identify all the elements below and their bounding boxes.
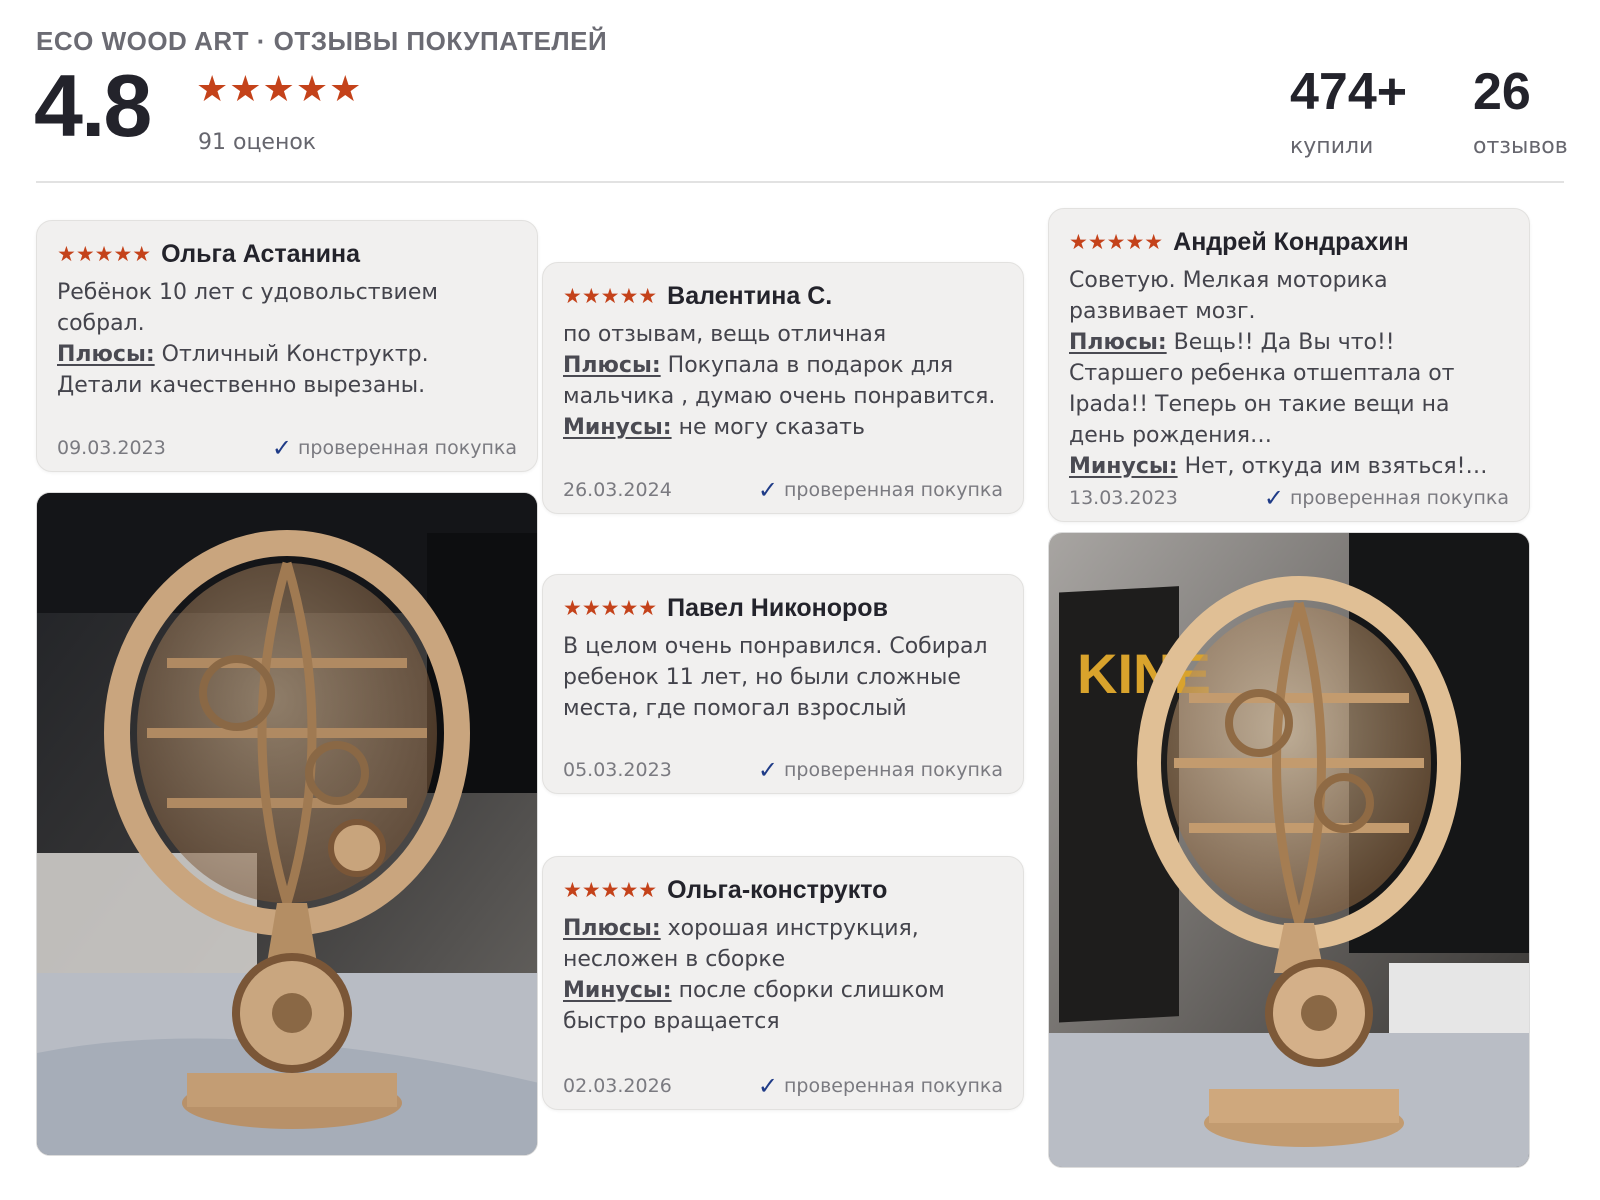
verified-label: проверенная покупка xyxy=(783,1075,1003,1097)
wooden-globe-image xyxy=(37,493,537,1155)
review-text: В целом очень понравился. Собирал ребено… xyxy=(563,631,1003,724)
review-date: 02.03.2026 xyxy=(563,1075,672,1097)
review-card: ★★★★★ Валентина С. по отзывам, вещь отли… xyxy=(542,262,1024,514)
review-author: Павел Никоноров xyxy=(667,593,888,622)
page-title: ECO WOOD ART · ОТЗЫВЫ ПОКУПАТЕЛЕЙ xyxy=(36,26,608,56)
review-photo-globe-box[interactable]: KINE xyxy=(1048,532,1530,1168)
reviews-number: 26 xyxy=(1473,63,1531,121)
review-comment: В целом очень понравился. Собирал ребено… xyxy=(563,634,988,721)
review-comment: по отзывам, вещь отличная xyxy=(563,322,887,347)
verified-label: проверенная покупка xyxy=(783,759,1003,781)
reviews-label: отзывов xyxy=(1473,134,1568,159)
review-author: Ольга Астанина xyxy=(161,239,361,268)
check-icon: ✓ xyxy=(757,756,778,784)
review-stars: ★★★★★ xyxy=(57,242,152,266)
cons-label: Минусы: xyxy=(563,415,672,440)
bought-label: купили xyxy=(1290,134,1374,159)
cons-label: Минусы: xyxy=(563,978,672,1003)
stat-reviews: 26 отзывов xyxy=(1473,62,1568,159)
check-icon: ✓ xyxy=(757,476,778,504)
verified-label: проверенная покупка xyxy=(1289,487,1509,509)
review-date: 13.03.2023 xyxy=(1069,487,1178,509)
rating-stars: ★★★★★ xyxy=(196,69,363,110)
review-comment: Ребёнок 10 лет с удовольствием собрал. xyxy=(57,280,438,336)
review-card: ★★★★★ Павел Никоноров В целом очень понр… xyxy=(542,574,1024,794)
pros-label: Плюсы: xyxy=(563,353,661,378)
verified-badge: ✓ проверенная покупка xyxy=(757,476,1003,504)
pros-label: Плюсы: xyxy=(1069,330,1167,355)
wooden-globe-with-box-image: KINE xyxy=(1049,533,1529,1167)
review-stars: ★★★★★ xyxy=(1069,230,1164,254)
ratings-count: 91 оценок xyxy=(198,130,317,155)
check-icon: ✓ xyxy=(1263,484,1284,512)
review-text: по отзывам, вещь отличная Плюсы: Покупал… xyxy=(563,319,1003,443)
verified-label: проверенная покупка xyxy=(783,479,1003,501)
review-author: Валентина С. xyxy=(667,281,833,310)
review-author: Андрей Кондрахин xyxy=(1173,227,1409,256)
cons-text: Нет, откуда им взяться!… xyxy=(1177,454,1488,479)
verified-badge: ✓ проверенная покупка xyxy=(757,1072,1003,1100)
bought-number: 474+ xyxy=(1290,63,1408,121)
header-divider xyxy=(36,181,1564,183)
review-author: Ольга-конструкто xyxy=(667,875,888,904)
review-text: Советую. Мелкая моторика развивает мозг.… xyxy=(1069,265,1509,482)
verified-badge: ✓ проверенная покупка xyxy=(271,434,517,462)
pros-label: Плюсы: xyxy=(563,916,661,941)
review-date: 05.03.2023 xyxy=(563,759,672,781)
review-stars: ★★★★★ xyxy=(563,596,658,620)
verified-badge: ✓ проверенная покупка xyxy=(1263,484,1509,512)
pros-label: Плюсы: xyxy=(57,342,155,367)
review-stars: ★★★★★ xyxy=(563,878,658,902)
review-comment: Советую. Мелкая моторика развивает мозг. xyxy=(1069,268,1388,324)
review-card: ★★★★★ Ольга Астанина Ребёнок 10 лет с уд… xyxy=(36,220,538,472)
review-photo-globe[interactable] xyxy=(36,492,538,1156)
review-stars: ★★★★★ xyxy=(563,284,658,308)
review-text: Плюсы: хорошая инструкция, несложен в сб… xyxy=(563,913,1003,1037)
cons-text: не могу сказать xyxy=(671,415,865,440)
review-date: 26.03.2024 xyxy=(563,479,672,501)
cons-label: Минусы: xyxy=(1069,454,1178,479)
review-card: ★★★★★ Ольга-конструкто Плюсы: хорошая ин… xyxy=(542,856,1024,1110)
review-text: Ребёнок 10 лет с удовольствием собрал. П… xyxy=(57,277,517,401)
review-date: 09.03.2023 xyxy=(57,437,166,459)
verified-label: проверенная покупка xyxy=(297,437,517,459)
verified-badge: ✓ проверенная покупка xyxy=(757,756,1003,784)
review-card: ★★★★★ Андрей Кондрахин Советую. Мелкая м… xyxy=(1048,208,1530,522)
stat-bought: 474+ купили xyxy=(1290,62,1407,159)
check-icon: ✓ xyxy=(757,1072,778,1100)
average-rating: 4.8 xyxy=(34,56,152,155)
check-icon: ✓ xyxy=(271,434,292,462)
